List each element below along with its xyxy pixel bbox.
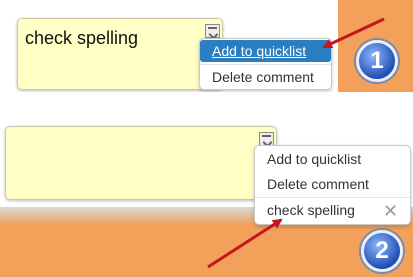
arrow-to-quicklist-entry	[207, 218, 283, 269]
arrow-to-add-quicklist	[322, 17, 385, 49]
pointer-arrows	[207, 17, 385, 269]
